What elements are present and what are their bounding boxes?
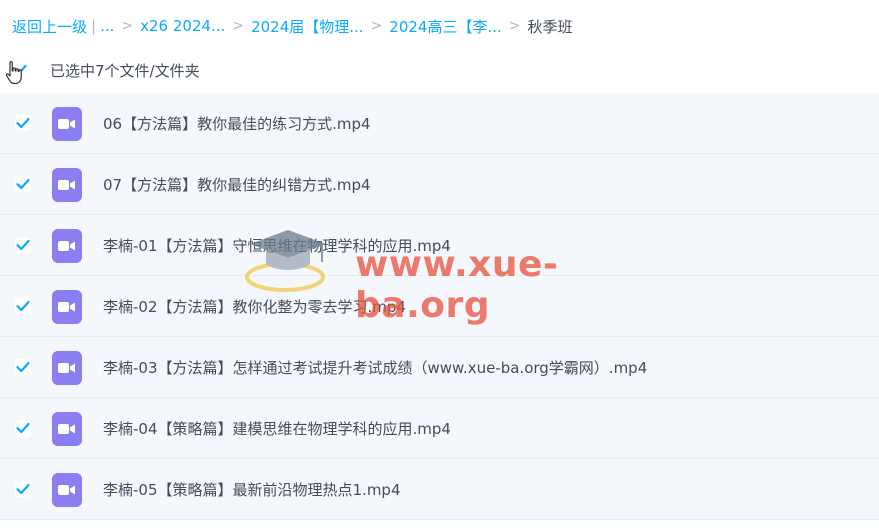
chevron-right-icon: > — [121, 18, 134, 34]
checkbox-checked-icon — [16, 117, 30, 129]
video-file-icon — [52, 473, 82, 507]
checkbox-checked-icon — [16, 483, 30, 495]
file-row[interactable]: 李楠-04【策略篇】建模思维在物理学科的应用.mp4 — [0, 398, 879, 459]
video-file-icon — [52, 229, 82, 263]
select-all-bar: 已选中7个文件/文件夹 — [5, 58, 200, 85]
file-name[interactable]: 李楠-02【方法篇】教你化整为零去学习.mp4 — [103, 296, 406, 317]
back-link[interactable]: 返回上一级 — [12, 16, 87, 37]
hand-cursor-icon — [5, 61, 22, 85]
file-row[interactable]: 李楠-02【方法篇】教你化整为零去学习.mp4 — [0, 276, 879, 337]
video-file-icon — [52, 351, 82, 385]
selection-count-label: 已选中7个文件/文件夹 — [50, 61, 200, 80]
checkbox-checked-icon — [16, 422, 30, 434]
chevron-right-icon: > — [508, 18, 521, 34]
file-name[interactable]: 06【方法篇】教你最佳的练习方式.mp4 — [103, 113, 371, 134]
file-row[interactable]: 李楠-03【方法篇】怎样通过考试提升考试成绩（www.xue-ba.org学霸网… — [0, 337, 879, 398]
row-checkbox[interactable] — [15, 420, 31, 436]
checkbox-checked-icon — [16, 178, 30, 190]
file-name[interactable]: 李楠-01【方法篇】守恒思维在物理学科的应用.mp4 — [103, 235, 451, 256]
row-checkbox[interactable] — [15, 481, 31, 497]
row-checkbox[interactable] — [15, 359, 31, 375]
file-name[interactable]: 李楠-05【策略篇】最新前沿物理热点1.mp4 — [103, 479, 401, 500]
video-file-icon — [52, 168, 82, 202]
breadcrumb: 返回上一级 | ... > x26 2024... > 2024届【物理... … — [12, 14, 573, 38]
checkbox-checked-icon — [16, 239, 30, 251]
file-name[interactable]: 李楠-03【方法篇】怎样通过考试提升考试成绩（www.xue-ba.org学霸网… — [103, 357, 647, 378]
video-file-icon — [52, 290, 82, 324]
breadcrumb-ellipsis[interactable]: ... — [100, 17, 114, 35]
file-row[interactable]: 李楠-05【策略篇】最新前沿物理热点1.mp4 — [0, 459, 879, 520]
video-file-icon — [52, 107, 82, 141]
file-row[interactable]: 李楠-01【方法篇】守恒思维在物理学科的应用.mp4 — [0, 215, 879, 276]
row-checkbox[interactable] — [15, 176, 31, 192]
row-checkbox[interactable] — [15, 298, 31, 314]
file-name[interactable]: 李楠-04【策略篇】建模思维在物理学科的应用.mp4 — [103, 418, 451, 439]
checkbox-checked-icon — [16, 361, 30, 373]
breadcrumb-current: 秋季班 — [527, 17, 573, 36]
row-checkbox[interactable] — [15, 237, 31, 253]
file-row[interactable]: 07【方法篇】教你最佳的纠错方式.mp4 — [0, 154, 879, 215]
chevron-right-icon: > — [370, 18, 383, 34]
row-checkbox[interactable] — [15, 115, 31, 131]
breadcrumb-divider: | — [91, 17, 97, 35]
video-file-icon — [52, 412, 82, 446]
breadcrumb-item[interactable]: x26 2024... — [140, 17, 225, 35]
file-name[interactable]: 07【方法篇】教你最佳的纠错方式.mp4 — [103, 174, 371, 195]
chevron-right-icon: > — [232, 18, 245, 34]
breadcrumb-item[interactable]: 2024高三【李... — [389, 16, 501, 37]
file-list: 06【方法篇】教你最佳的练习方式.mp4 07【方法篇】教你最佳的纠错方式.mp… — [0, 93, 879, 520]
breadcrumb-item[interactable]: 2024届【物理... — [251, 16, 363, 37]
file-row[interactable]: 06【方法篇】教你最佳的练习方式.mp4 — [0, 93, 879, 154]
checkbox-checked-icon — [16, 300, 30, 312]
